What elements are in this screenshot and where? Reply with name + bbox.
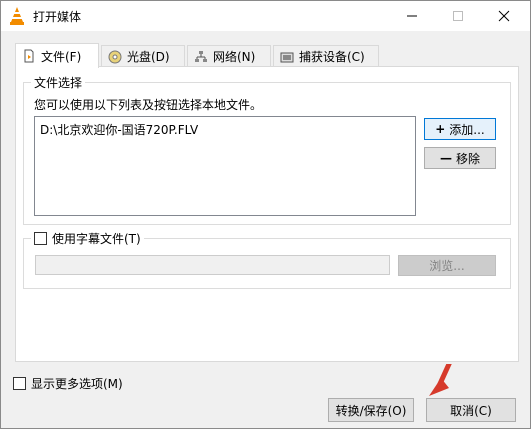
browse-button: 浏览... bbox=[398, 255, 496, 276]
add-button[interactable]: + 添加... bbox=[424, 118, 496, 140]
open-media-dialog: 打开媒体 文件(F) 光盘(D) 网络(N) 捕获设备(C) 文件选择 您可以使… bbox=[0, 0, 531, 429]
cancel-label: 取消(C) bbox=[450, 403, 492, 418]
file-selection-title: 文件选择 bbox=[31, 74, 86, 91]
file-icon bbox=[24, 49, 34, 63]
tab-network-label: 网络(N) bbox=[213, 50, 256, 64]
subtitle-checkbox[interactable] bbox=[34, 232, 47, 245]
subtitle-path-field bbox=[35, 255, 390, 275]
cancel-button[interactable]: 取消(C) bbox=[426, 398, 516, 422]
tab-file[interactable]: 文件(F) bbox=[15, 43, 99, 68]
file-list[interactable]: D:\北京欢迎你-国语720P.FLV bbox=[34, 116, 416, 216]
close-icon[interactable] bbox=[481, 1, 527, 31]
window-title: 打开媒体 bbox=[33, 10, 82, 24]
maximize-icon[interactable] bbox=[435, 1, 481, 31]
plus-icon: + bbox=[435, 122, 446, 136]
convert-save-label: 转换/保存(O) bbox=[335, 403, 407, 418]
convert-save-button[interactable]: 转换/保存(O) bbox=[328, 398, 414, 422]
tab-network[interactable]: 网络(N) bbox=[187, 45, 271, 67]
more-options-label: 显示更多选项(M) bbox=[31, 377, 123, 391]
subtitle-checkbox-label: 使用字幕文件(T) bbox=[52, 232, 141, 246]
more-options-checkbox[interactable] bbox=[13, 377, 26, 390]
tab-capture-device-label: 捕获设备(C) bbox=[299, 50, 365, 64]
vlc-cone-icon bbox=[10, 7, 24, 25]
file-selection-hint: 您可以使用以下列表及按钮选择本地文件。 bbox=[34, 98, 263, 112]
minimize-icon[interactable] bbox=[389, 1, 435, 31]
remove-button-label: 移除 bbox=[455, 151, 480, 166]
minus-icon: — bbox=[439, 151, 452, 165]
more-options-row[interactable]: 显示更多选项(M) bbox=[13, 375, 123, 392]
disc-icon bbox=[108, 50, 122, 63]
tab-capture-device[interactable]: 捕获设备(C) bbox=[273, 45, 379, 67]
list-item[interactable]: D:\北京欢迎你-国语720P.FLV bbox=[40, 121, 198, 138]
tab-disc-label: 光盘(D) bbox=[127, 50, 170, 64]
network-icon bbox=[195, 50, 207, 62]
capture-device-icon bbox=[280, 52, 294, 62]
tab-file-label: 文件(F) bbox=[41, 49, 82, 64]
browse-button-label: 浏览... bbox=[429, 259, 465, 273]
add-button-label: 添加... bbox=[449, 122, 485, 137]
tab-disc[interactable]: 光盘(D) bbox=[101, 45, 185, 67]
title-bar: 打开媒体 bbox=[1, 1, 530, 31]
subtitle-checkbox-row[interactable]: 使用字幕文件(T) bbox=[31, 230, 144, 247]
remove-button[interactable]: — 移除 bbox=[424, 147, 496, 169]
